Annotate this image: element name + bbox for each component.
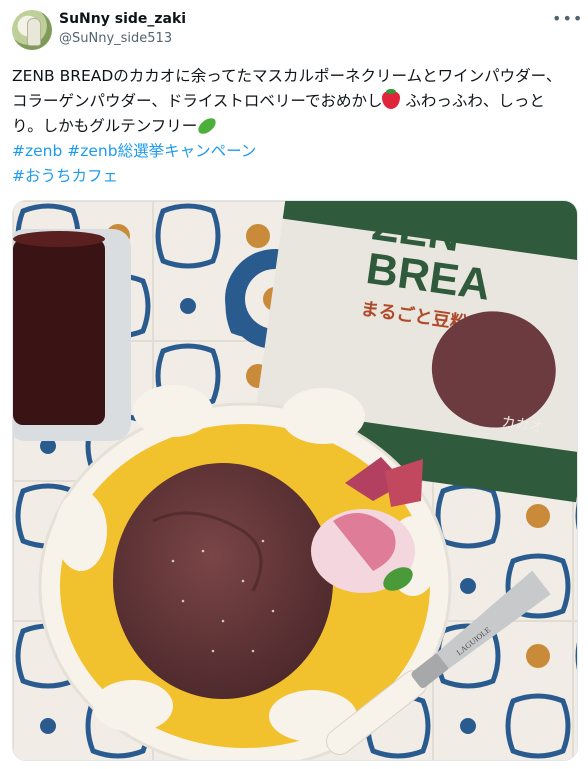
display-name[interactable]: SuNny side_zaki — [59, 11, 186, 27]
coffee-cup — [13, 229, 131, 441]
tweet-header: SuNny side_zaki @SuNny_side513 ••• — [12, 10, 582, 54]
avatar-figure — [27, 18, 41, 46]
strawberry-icon — [382, 89, 401, 109]
pea-pod-icon — [195, 115, 219, 137]
hashtag-line-1[interactable]: #zenb #zenb総選挙キャンペーン — [12, 139, 572, 164]
hashtag-line-2[interactable]: #おうちカフェ — [12, 164, 572, 189]
cake — [113, 463, 333, 699]
tweet-photo[interactable]: ZEN BREA まるごと豆粉パン カカオ LAGUIOLE — [12, 200, 578, 761]
more-icon[interactable]: ••• — [552, 11, 582, 30]
avatar[interactable] — [12, 10, 52, 50]
tweet-text: ZENB BREADのカカオに余ってたマスカルポーネクリームとワインパウダー、コ… — [12, 64, 572, 189]
user-handle[interactable]: @SuNny_side513 — [59, 31, 172, 46]
photo-illustration: ZEN BREA まるごと豆粉パン カカオ LAGUIOLE — [13, 201, 577, 760]
tweet-body: ZENB BREADのカカオに余ってたマスカルポーネクリームとワインパウダー、コ… — [12, 64, 572, 139]
